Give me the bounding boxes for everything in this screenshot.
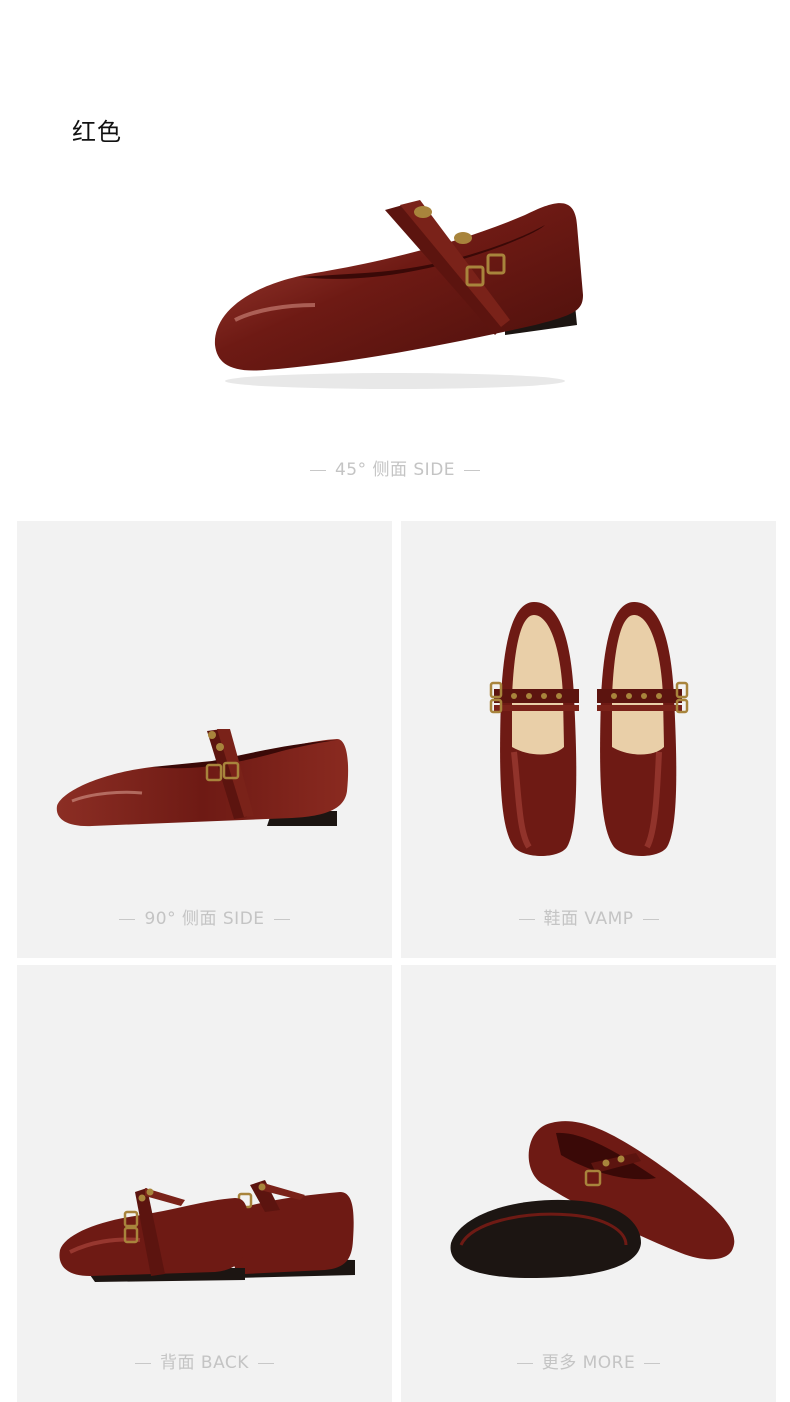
panel-back: 背面 BACK [17, 965, 392, 1402]
caption-back: 背面 BACK [17, 1348, 392, 1373]
caption-more: 更多 MORE [401, 1348, 776, 1373]
panel-vamp: 鞋面 VAMP [401, 521, 776, 958]
panel-more: 更多 MORE [401, 965, 776, 1402]
caption-90-side: 90° 侧面 SIDE [17, 904, 392, 929]
panel-90-side: 90° 侧面 SIDE [17, 521, 392, 958]
shoe-back-image [59, 1180, 355, 1282]
color-name-title: 红色 [72, 118, 122, 146]
caption-45-side: 45° 侧面 SIDE [0, 455, 790, 480]
shoe-vamp-image [489, 602, 689, 856]
shoe-more-image [450, 1121, 735, 1278]
shoe-90-side-image [56, 729, 349, 827]
caption-vamp: 鞋面 VAMP [401, 904, 776, 929]
shoe-45-side-image [214, 200, 583, 389]
